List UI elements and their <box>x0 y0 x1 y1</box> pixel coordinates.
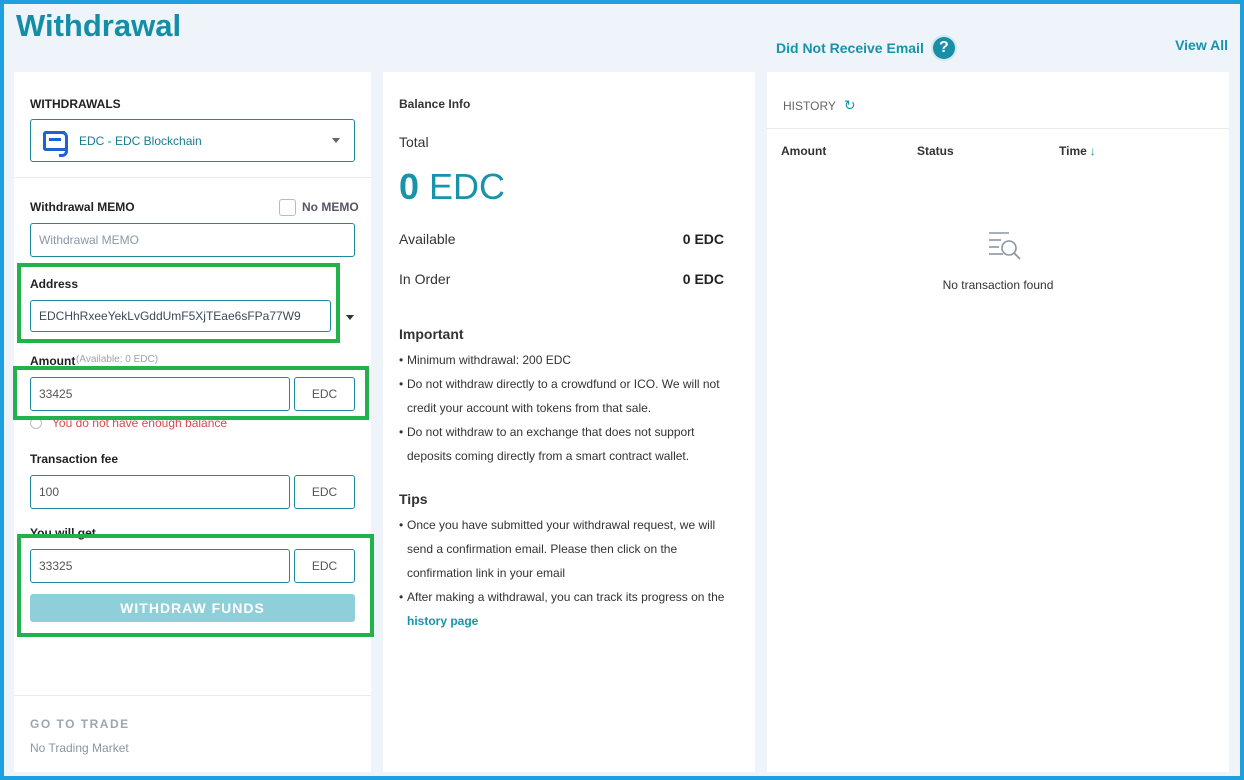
available-row: Available 0 EDC <box>399 231 724 247</box>
edc-coin-icon <box>43 130 68 157</box>
column-header-amount[interactable]: Amount <box>781 144 826 158</box>
in-order-row: In Order 0 EDC <box>399 271 724 287</box>
total-label: Total <box>399 134 429 150</box>
in-order-label: In Order <box>399 271 451 287</box>
fee-value: 100 <box>39 485 60 499</box>
coin-select-value: EDC - EDC Blockchain <box>79 133 202 148</box>
list-item: Minimum withdrawal: 200 EDC <box>399 348 739 372</box>
tips-list: Once you have submitted your withdrawal … <box>399 513 739 633</box>
go-to-trade-label: GO TO TRADE <box>30 717 130 731</box>
no-trading-market-text: No Trading Market <box>30 741 129 755</box>
history-header: HISTORY ↻ <box>783 97 856 114</box>
view-all-link[interactable]: View All <box>1175 37 1228 53</box>
did-not-receive-email-link[interactable]: Did Not Receive Email ? <box>776 37 955 59</box>
history-card: HISTORY ↻ Amount Status Time ↓ No transac… <box>767 72 1229 772</box>
withdrawals-section-label: WITHDRAWALS <box>30 97 121 111</box>
withdraw-form-card: WITHDRAWALS EDC - EDC Blockchain Withdra… <box>14 72 371 772</box>
total-amount: 0 <box>399 166 420 207</box>
fee-label: Transaction fee <box>30 452 119 466</box>
total-balance: 0 EDC <box>399 166 505 208</box>
did-not-receive-label: Did Not Receive Email <box>776 40 924 56</box>
total-unit: EDC <box>429 166 506 207</box>
fee-input: 100 <box>30 475 290 509</box>
memo-placeholder: Withdrawal MEMO <box>39 233 140 247</box>
available-hint: (Available: 0 EDC) <box>76 354 159 365</box>
chevron-down-icon <box>332 138 340 143</box>
available-label: Available <box>399 231 456 247</box>
tip-text: After making a withdrawal, you can track… <box>407 590 725 604</box>
fee-unit: EDC <box>294 475 355 509</box>
divider <box>767 128 1229 129</box>
available-value: 0 EDC <box>682 231 724 247</box>
amount-highlight-box <box>13 366 369 420</box>
no-memo-checkbox[interactable] <box>279 199 296 216</box>
address-dropdown-icon[interactable] <box>346 315 354 320</box>
coin-select[interactable]: EDC - EDC Blockchain <box>30 119 355 162</box>
address-highlight-box <box>17 263 340 343</box>
receive-highlight-box <box>17 534 374 637</box>
important-title: Important <box>399 326 464 342</box>
app-frame: Withdrawal Did Not Receive Email ? View … <box>4 4 1240 776</box>
tips-title: Tips <box>399 491 428 507</box>
help-icon[interactable]: ? <box>932 37 955 59</box>
refresh-icon[interactable]: ↻ <box>844 97 856 114</box>
column-header-status[interactable]: Status <box>917 144 954 158</box>
column-header-time[interactable]: Time ↓ <box>1059 144 1096 158</box>
divider <box>14 177 371 178</box>
page-title: Withdrawal <box>16 8 182 43</box>
list-item: Once you have submitted your withdrawal … <box>399 513 739 585</box>
list-item: Do not withdraw to an exchange that does… <box>399 420 739 468</box>
history-title: HISTORY <box>783 98 836 113</box>
no-memo-label: No MEMO <box>302 200 359 214</box>
list-item: After making a withdrawal, you can track… <box>399 585 739 633</box>
column-header-time-label: Time <box>1059 144 1087 158</box>
history-page-link[interactable]: history page <box>407 614 478 628</box>
sort-down-icon: ↓ <box>1089 144 1096 158</box>
memo-label: Withdrawal MEMO <box>30 200 135 214</box>
balance-info-title: Balance Info <box>399 97 471 111</box>
divider <box>14 695 371 696</box>
list-item: Do not withdraw directly to a crowdfund … <box>399 372 739 420</box>
in-order-value: 0 EDC <box>682 271 724 287</box>
important-list: Minimum withdrawal: 200 EDC Do not withd… <box>399 348 739 468</box>
empty-state-text: No transaction found <box>942 278 1054 292</box>
balance-info-card: Balance Info Total 0 EDC Available 0 EDC… <box>383 72 755 772</box>
memo-input[interactable]: Withdrawal MEMO <box>30 223 355 257</box>
no-results-search-icon <box>989 232 1021 260</box>
